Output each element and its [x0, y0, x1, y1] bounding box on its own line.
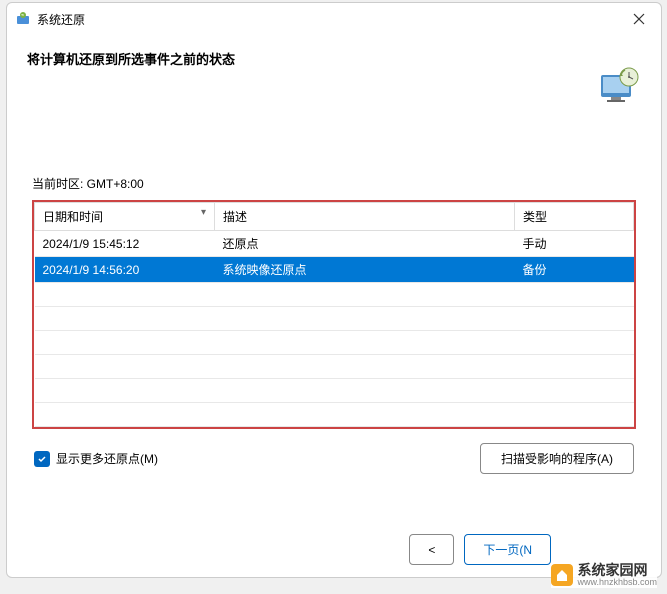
wizard-footer: < 下一页(N — [409, 534, 551, 565]
page-title: 将计算机还原到所选事件之前的状态 — [27, 49, 641, 68]
next-button[interactable]: 下一页(N — [464, 534, 551, 565]
header-type[interactable]: 类型 — [515, 203, 634, 231]
watermark-name: 系统家园网 — [577, 562, 647, 578]
content-area: 当前时区: GMT+8:00 日期和时间 ▾ 描述 类型 2024/1/9 — [7, 175, 661, 474]
system-restore-icon — [15, 11, 31, 27]
table-row[interactable]: 2024/1/9 14:56:20 系统映像还原点 备份 — [35, 257, 634, 283]
table-row — [35, 307, 634, 331]
table-row — [35, 283, 634, 307]
window-title: 系统还原 — [37, 11, 625, 28]
restore-points-table-wrapper: 日期和时间 ▾ 描述 类型 2024/1/9 15:45:12 还原点 手动 — [32, 200, 636, 429]
options-row: 显示更多还原点(M) 扫描受影响的程序(A) — [32, 443, 636, 474]
table-row — [35, 331, 634, 355]
header-desc[interactable]: 描述 — [215, 203, 515, 231]
sort-indicator-icon: ▾ — [201, 207, 206, 218]
restore-monitor-icon — [597, 65, 641, 108]
header-section: 将计算机还原到所选事件之前的状态 — [7, 35, 661, 115]
scan-affected-button[interactable]: 扫描受影响的程序(A) — [480, 443, 634, 474]
show-more-checkbox[interactable]: 显示更多还原点(M) — [34, 450, 158, 467]
table-row — [35, 355, 634, 379]
system-restore-dialog: 系统还原 将计算机还原到所选事件之前的状态 当前时区: GMT+8:00 — [6, 2, 662, 578]
table-header-row: 日期和时间 ▾ 描述 类型 — [35, 203, 634, 231]
table-row — [35, 379, 634, 403]
back-button[interactable]: < — [409, 534, 454, 565]
checkbox-icon — [34, 451, 50, 467]
header-date[interactable]: 日期和时间 ▾ — [35, 203, 215, 231]
watermark-logo-icon — [551, 564, 573, 586]
watermark-url: www.hnzkhbsb.com — [577, 578, 657, 588]
table-row — [35, 403, 634, 427]
table-row[interactable]: 2024/1/9 15:45:12 还原点 手动 — [35, 231, 634, 257]
checkbox-label: 显示更多还原点(M) — [56, 450, 158, 467]
timezone-label: 当前时区: GMT+8:00 — [32, 175, 636, 192]
restore-points-table: 日期和时间 ▾ 描述 类型 2024/1/9 15:45:12 还原点 手动 — [34, 202, 634, 427]
close-button[interactable] — [625, 5, 653, 33]
watermark: 系统家园网 www.hnzkhbsb.com — [551, 563, 657, 588]
titlebar: 系统还原 — [7, 3, 661, 35]
